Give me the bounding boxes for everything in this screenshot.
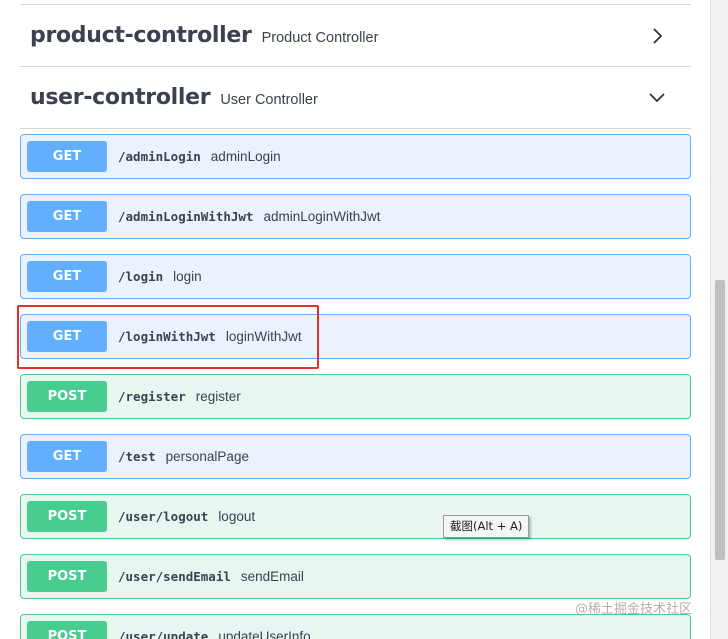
operation-post-user-update[interactable]: POST /user/update updateUserInfo bbox=[20, 614, 691, 639]
operation-get-test[interactable]: GET /test personalPage bbox=[20, 434, 691, 479]
operation-get-adminLogin[interactable]: GET /adminLogin adminLogin bbox=[20, 134, 691, 179]
operation-summary: register bbox=[195, 389, 241, 404]
operation-post-user-logout[interactable]: POST /user/logout logout bbox=[20, 494, 691, 539]
operation-summary: logout bbox=[218, 509, 256, 524]
swagger-ui-page: product-controller Product Controller us… bbox=[0, 0, 728, 639]
method-badge: GET bbox=[27, 201, 107, 232]
operation-summary: sendEmail bbox=[240, 569, 304, 584]
operation-get-login[interactable]: GET /login login bbox=[20, 254, 691, 299]
tag-user-controller[interactable]: user-controller User Controller bbox=[20, 67, 691, 129]
chevron-right-icon[interactable] bbox=[647, 26, 667, 46]
tag-name: user-controller bbox=[30, 85, 211, 110]
tag-description: User Controller bbox=[220, 91, 318, 108]
method-badge: GET bbox=[27, 141, 107, 172]
scrollbar-thumb[interactable] bbox=[715, 280, 725, 560]
chevron-down-icon[interactable] bbox=[647, 88, 667, 108]
operation-summary: adminLoginWithJwt bbox=[263, 209, 381, 224]
operation-post-user-sendEmail[interactable]: POST /user/sendEmail sendEmail bbox=[20, 554, 691, 599]
operation-path: /test bbox=[118, 449, 156, 464]
operation-path: /user/sendEmail bbox=[118, 569, 231, 584]
operation-summary: personalPage bbox=[165, 449, 249, 464]
operation-path: /loginWithJwt bbox=[118, 329, 216, 344]
screenshot-tooltip: 截图(Alt + A) bbox=[443, 515, 530, 538]
method-badge: POST bbox=[27, 621, 107, 639]
operation-path: /user/logout bbox=[118, 509, 209, 524]
method-badge: GET bbox=[27, 261, 107, 292]
method-badge: POST bbox=[27, 381, 107, 412]
operation-path: /user/update bbox=[118, 629, 209, 639]
operations-scroll-area: product-controller Product Controller us… bbox=[0, 0, 710, 639]
operation-summary: login bbox=[173, 269, 202, 284]
watermark: @稀土掘金技术社区 bbox=[574, 602, 692, 617]
operation-get-adminLoginWithJwt[interactable]: GET /adminLoginWithJwt adminLoginWithJwt bbox=[20, 194, 691, 239]
tag-product-controller[interactable]: product-controller Product Controller bbox=[20, 5, 691, 67]
operation-summary: adminLogin bbox=[210, 149, 281, 164]
operation-path: /register bbox=[118, 389, 186, 404]
tag-description: Product Controller bbox=[261, 29, 379, 46]
vertical-scrollbar[interactable] bbox=[710, 0, 728, 639]
method-badge: GET bbox=[27, 321, 107, 352]
operation-get-loginWithJwt[interactable]: GET /loginWithJwt loginWithJwt bbox=[20, 314, 691, 359]
method-badge: GET bbox=[27, 441, 107, 472]
operation-post-register[interactable]: POST /register register bbox=[20, 374, 691, 419]
method-badge: POST bbox=[27, 561, 107, 592]
operation-path: /adminLogin bbox=[118, 149, 201, 164]
operation-summary: loginWithJwt bbox=[225, 329, 302, 344]
tag-name: product-controller bbox=[30, 23, 252, 48]
method-badge: POST bbox=[27, 501, 107, 532]
operation-path: /login bbox=[118, 269, 164, 284]
operation-summary: updateUserInfo bbox=[218, 629, 311, 639]
operation-path: /adminLoginWithJwt bbox=[118, 209, 254, 224]
